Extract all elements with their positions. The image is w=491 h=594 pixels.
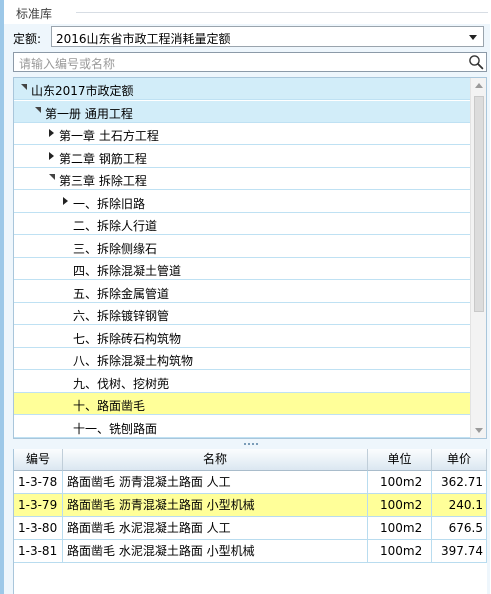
collapse-arrow-icon[interactable] (49, 174, 55, 180)
quota-dropdown[interactable]: 2016山东省市政工程消耗量定额 (51, 26, 484, 47)
header-divider (76, 12, 488, 13)
cell-code: 1-3-78 (14, 471, 63, 494)
tree-item[interactable]: 六、拆除镀锌钢管 (14, 303, 470, 325)
cell-unit: 100m2 (368, 494, 432, 517)
tree-item-label: 十、路面凿毛 (73, 399, 146, 413)
tree-item[interactable]: 四、拆除混凝土管道 (14, 258, 470, 280)
column-header-name[interactable]: 名称 (63, 449, 368, 471)
cell-price: 362.71 (432, 471, 487, 494)
collapse-arrow-icon[interactable] (35, 107, 41, 113)
tree-item[interactable]: 第二章 钢筋工程 (14, 146, 470, 168)
panel-left-border (0, 0, 4, 594)
cell-name: 路面凿毛 水泥混凝土路面 人工 (63, 517, 368, 540)
tree-item-label: 第一册 通用工程 (45, 107, 133, 121)
cell-code: 1-3-81 (14, 540, 63, 563)
tree-item-label: 第三章 拆除工程 (59, 174, 147, 188)
tree-item[interactable]: 二、拆除人行道 (14, 213, 470, 235)
cell-unit: 100m2 (368, 517, 432, 540)
tree-item[interactable]: 第一章 土石方工程 (14, 123, 470, 145)
column-header-price[interactable]: 单价 (432, 449, 487, 471)
search-icon[interactable] (468, 54, 484, 70)
column-header-unit[interactable]: 单位 (368, 449, 432, 471)
tree-item-label: 八、拆除混凝土构筑物 (73, 354, 194, 368)
tree-item[interactable]: 三、拆除侧缘石 (14, 236, 470, 258)
grip-dot (252, 443, 254, 445)
cell-price: 240.1 (432, 494, 487, 517)
quota-label: 定额: (13, 32, 42, 46)
expand-arrow-icon[interactable] (63, 197, 68, 205)
tree-item-label: 十一、铣刨路面 (73, 422, 158, 436)
cell-code: 1-3-80 (14, 517, 63, 540)
grip-dot (256, 443, 258, 445)
cell-price: 676.5 (432, 517, 487, 540)
tree-item-label: 六、拆除镀锌钢管 (73, 309, 170, 323)
tree-item[interactable]: 第三章 拆除工程 (14, 168, 470, 190)
search-input[interactable]: 请输入编号或名称 (13, 52, 487, 72)
panel-title: 标准库 (16, 7, 53, 21)
tree-item[interactable]: 八、拆除混凝土构筑物 (14, 348, 470, 370)
tree-item[interactable]: 七、拆除砖石构筑物 (14, 326, 470, 348)
cell-name: 路面凿毛 沥青混凝土路面 人工 (63, 471, 368, 494)
cell-code: 1-3-79 (14, 494, 63, 517)
expand-arrow-icon[interactable] (49, 152, 54, 160)
tree-item-label: 七、拆除砖石构筑物 (73, 332, 182, 346)
tree-item-label: 四、拆除混凝土管道 (73, 264, 182, 278)
scrollbar-thumb[interactable] (474, 96, 484, 312)
panel-header: 标准库 (4, 0, 490, 24)
tree-item[interactable]: 十一、铣刨路面 (14, 416, 470, 438)
tree-item-label: 山东2017市政定额 (31, 84, 134, 98)
tree-item-label: 五、拆除金属管道 (73, 287, 170, 301)
quota-tree: 山东2017市政定额第一册 通用工程第一章 土石方工程 第二章 钢筋工程 第三章 拆… (13, 77, 487, 439)
tree-item-label: 第二章 钢筋工程 (59, 152, 147, 166)
cell-price: 397.74 (432, 540, 487, 563)
tree-item[interactable]: 一、拆除旧路 (14, 191, 470, 213)
panel-splitter[interactable] (13, 440, 487, 448)
standard-library-panel: 标准库 定额: 2016山东省市政工程消耗量定额 请输入编号或名称 山东2017… (0, 0, 490, 594)
column-header-code[interactable]: 编号 (14, 449, 63, 471)
scroll-up-icon[interactable] (475, 83, 483, 88)
tree-scrollbar[interactable] (470, 78, 486, 438)
tree-item[interactable]: 九、伐树、挖树蔸 (14, 371, 470, 393)
tree-item[interactable]: 十、路面凿毛 (14, 393, 470, 415)
quota-selected-value: 2016山东省市政工程消耗量定额 (56, 32, 231, 46)
cell-name: 路面凿毛 水泥混凝土路面 小型机械 (63, 540, 368, 563)
chevron-down-icon[interactable] (469, 35, 477, 40)
tree-item-label: 三、拆除侧缘石 (73, 242, 158, 256)
cell-name: 路面凿毛 沥青混凝土路面 小型机械 (63, 494, 368, 517)
cell-unit: 100m2 (368, 540, 432, 563)
tree-item-label: 第一章 土石方工程 (59, 129, 159, 143)
tree-item-label: 一、拆除旧路 (73, 197, 146, 211)
table-row[interactable]: 1-3-80 路面凿毛 水泥混凝土路面 人工 100m2 676.5 (14, 517, 487, 540)
tree-item[interactable]: 第一册 通用工程 (14, 101, 470, 123)
search-placeholder: 请输入编号或名称 (19, 57, 116, 71)
table-row[interactable]: 1-3-78 路面凿毛 沥青混凝土路面 人工 100m2 362.71 (14, 471, 487, 494)
tree-item-label: 二、拆除人行道 (73, 219, 158, 233)
grip-dot (244, 443, 246, 445)
scroll-down-icon[interactable] (475, 428, 483, 433)
tree-item-label: 九、伐树、挖树蔸 (73, 377, 170, 391)
tree-item[interactable]: 五、拆除金属管道 (14, 281, 470, 303)
expand-arrow-icon[interactable] (49, 129, 54, 137)
table-row[interactable]: 1-3-81 路面凿毛 水泥混凝土路面 小型机械 100m2 397.74 (14, 540, 487, 563)
quota-table: 编号 名称 单位 单价 1-3-78 路面凿毛 沥青混凝土路面 人工 100m2 36… (13, 449, 487, 594)
table-row[interactable]: 1-3-79 路面凿毛 沥青混凝土路面 小型机械 100m2 240.1 (14, 494, 487, 517)
cell-unit: 100m2 (368, 471, 432, 494)
collapse-arrow-icon[interactable] (21, 84, 27, 90)
grip-dot (248, 443, 250, 445)
tree-item[interactable]: 山东2017市政定额 (14, 78, 470, 100)
